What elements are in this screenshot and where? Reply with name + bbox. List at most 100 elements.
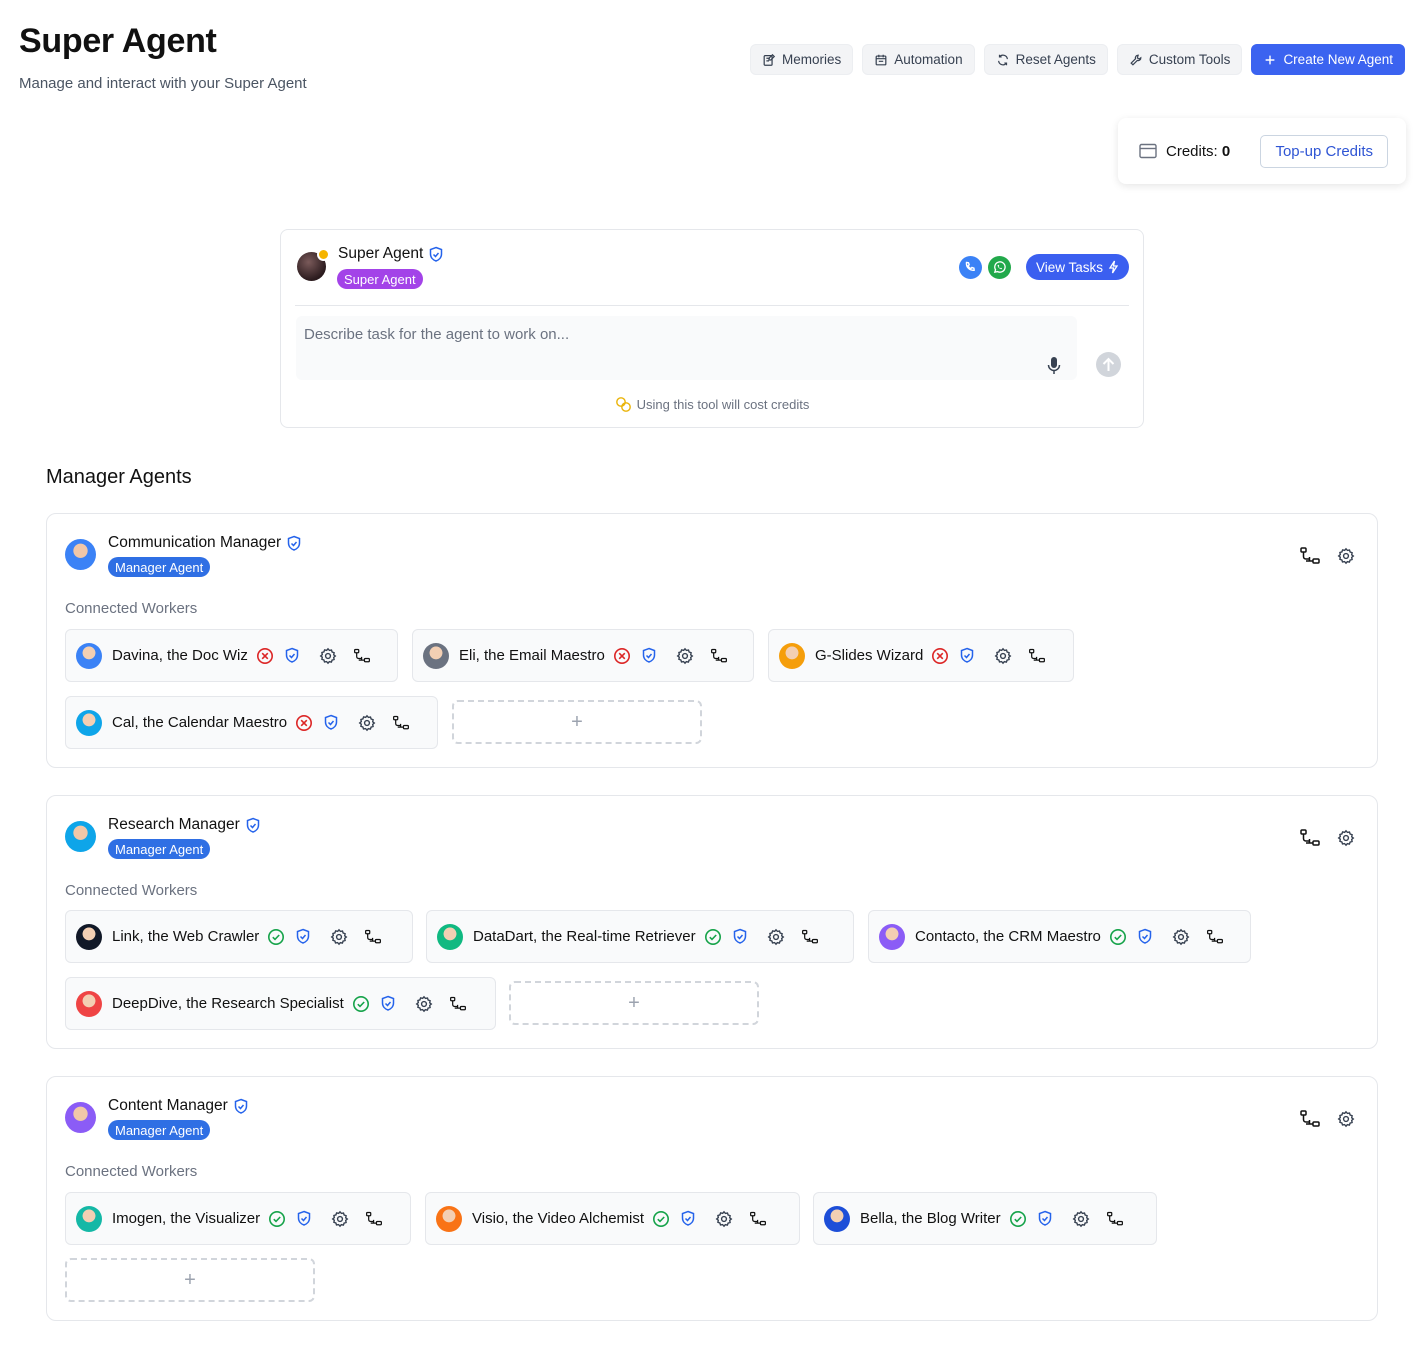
shield-check-icon	[322, 714, 340, 732]
worker-avatar	[76, 923, 102, 950]
create-new-agent-button[interactable]: Create New Agent	[1251, 44, 1405, 75]
gear-icon[interactable]	[1072, 1210, 1090, 1228]
manager-avatar	[65, 821, 96, 852]
worker-name: Link, the Web Crawler	[112, 928, 260, 945]
calendar-icon	[875, 54, 887, 65]
phone-icon[interactable]	[958, 255, 982, 279]
workflow-icon[interactable]	[392, 714, 410, 732]
x-circle-icon	[931, 647, 949, 665]
shield-check-icon	[731, 928, 749, 946]
workflow-icon[interactable]	[1206, 928, 1224, 946]
gear-icon[interactable]	[767, 928, 785, 946]
workflow-icon[interactable]	[353, 647, 371, 665]
gear-icon[interactable]	[1172, 928, 1190, 946]
worker-name: Eli, the Email Maestro	[459, 647, 605, 664]
plus-icon	[1266, 55, 1275, 64]
manager-name: Content Manager	[108, 1097, 249, 1115]
cost-note: Using this tool will cost credits	[281, 396, 1143, 413]
memories-button[interactable]: Memories	[750, 44, 854, 75]
coins-icon	[615, 397, 631, 412]
worker-card[interactable]: Cal, the Calendar Maestro	[65, 696, 438, 749]
view-tasks-button[interactable]: View Tasks	[1025, 254, 1129, 280]
x-circle-icon	[613, 647, 631, 665]
manager-tools	[1299, 827, 1357, 849]
workflow-icon[interactable]	[449, 995, 467, 1013]
manager-badge: Manager Agent	[108, 557, 211, 577]
gear-icon[interactable]	[331, 1210, 349, 1228]
super-agent-header: Super Agent Super Agent View Tasks	[295, 244, 1129, 306]
worker-card[interactable]: Bella, the Blog Writer	[813, 1192, 1157, 1245]
shield-check-icon	[295, 1210, 313, 1228]
gear-icon[interactable]	[319, 647, 337, 665]
memories-icon	[763, 53, 776, 66]
worker-avatar	[779, 642, 805, 669]
page-title: Super Agent	[19, 22, 217, 60]
lightning-icon	[1108, 260, 1119, 274]
super-agent-card: Super Agent Super Agent View Tasks Descr…	[280, 229, 1144, 428]
shield-check-icon	[1036, 1210, 1054, 1228]
workflow-icon[interactable]	[1299, 827, 1321, 849]
shield-check-icon	[1136, 928, 1154, 946]
gear-icon[interactable]	[1335, 545, 1357, 567]
credits-value: 0	[1221, 142, 1231, 160]
custom-tools-button[interactable]: Custom Tools	[1116, 44, 1243, 75]
automation-label: Automation	[894, 52, 963, 67]
send-button[interactable]	[1096, 352, 1121, 377]
gear-icon[interactable]	[358, 714, 376, 732]
worker-name: Bella, the Blog Writer	[860, 1210, 1001, 1227]
check-circle-icon	[352, 995, 370, 1013]
check-circle-icon	[1009, 1210, 1027, 1228]
workflow-icon[interactable]	[749, 1210, 767, 1228]
gear-icon[interactable]	[994, 647, 1012, 665]
workflow-icon[interactable]	[1028, 647, 1046, 665]
workflow-icon[interactable]	[801, 928, 819, 946]
add-worker-button[interactable]: +	[509, 981, 759, 1025]
shield-check-icon	[379, 995, 397, 1013]
shield-check-icon	[679, 1210, 697, 1228]
workflow-icon[interactable]	[1106, 1210, 1124, 1228]
worker-name: Imogen, the Visualizer	[112, 1210, 261, 1227]
gear-icon[interactable]	[415, 995, 433, 1013]
shield-check-icon	[958, 647, 976, 665]
worker-avatar	[437, 923, 463, 950]
workflow-icon[interactable]	[1299, 1108, 1321, 1130]
whatsapp-icon[interactable]	[987, 255, 1011, 279]
super-agent-avatar	[297, 248, 330, 281]
gear-icon[interactable]	[676, 647, 694, 665]
x-circle-icon	[295, 714, 313, 732]
workflow-icon[interactable]	[1299, 545, 1321, 567]
x-circle-icon	[256, 647, 274, 665]
reset-agents-button[interactable]: Reset Agents	[983, 44, 1108, 75]
worker-card[interactable]: G-Slides Wizard	[768, 629, 1074, 682]
worker-card[interactable]: Davina, the Doc Wiz	[65, 629, 398, 682]
gear-icon[interactable]	[330, 928, 348, 946]
manager-badge: Manager Agent	[108, 839, 211, 859]
workflow-icon[interactable]	[365, 1210, 383, 1228]
worker-card[interactable]: Eli, the Email Maestro	[412, 629, 754, 682]
worker-card[interactable]: DataDart, the Real-time Retriever	[426, 910, 854, 963]
worker-card[interactable]: Visio, the Video Alchemist	[425, 1192, 800, 1245]
task-input[interactable]: Describe task for the agent to work on..…	[296, 316, 1077, 380]
super-agent-name: Super Agent	[338, 245, 444, 263]
workflow-icon[interactable]	[710, 647, 728, 665]
worker-name: Visio, the Video Alchemist	[472, 1210, 645, 1227]
worker-card[interactable]: Link, the Web Crawler	[65, 910, 413, 963]
shield-check-icon	[640, 647, 658, 665]
worker-name: Contacto, the CRM Maestro	[915, 928, 1101, 945]
topup-credits-button[interactable]: Top-up Credits	[1260, 134, 1388, 168]
worker-name: G-Slides Wizard	[815, 647, 924, 664]
add-worker-button[interactable]: +	[65, 1258, 315, 1302]
worker-card[interactable]: Imogen, the Visualizer	[65, 1192, 411, 1245]
gear-icon[interactable]	[715, 1210, 733, 1228]
add-worker-button[interactable]: +	[452, 700, 702, 744]
page-subtitle: Manage and interact with your Super Agen…	[19, 75, 307, 92]
manager-avatar	[65, 1102, 96, 1133]
automation-button[interactable]: Automation	[862, 44, 975, 75]
microphone-icon[interactable]	[1046, 356, 1062, 376]
shield-check-icon	[245, 817, 261, 834]
worker-card[interactable]: Contacto, the CRM Maestro	[868, 910, 1251, 963]
worker-card[interactable]: DeepDive, the Research Specialist	[65, 977, 496, 1030]
gear-icon[interactable]	[1335, 827, 1357, 849]
workflow-icon[interactable]	[364, 928, 382, 946]
gear-icon[interactable]	[1335, 1108, 1357, 1130]
